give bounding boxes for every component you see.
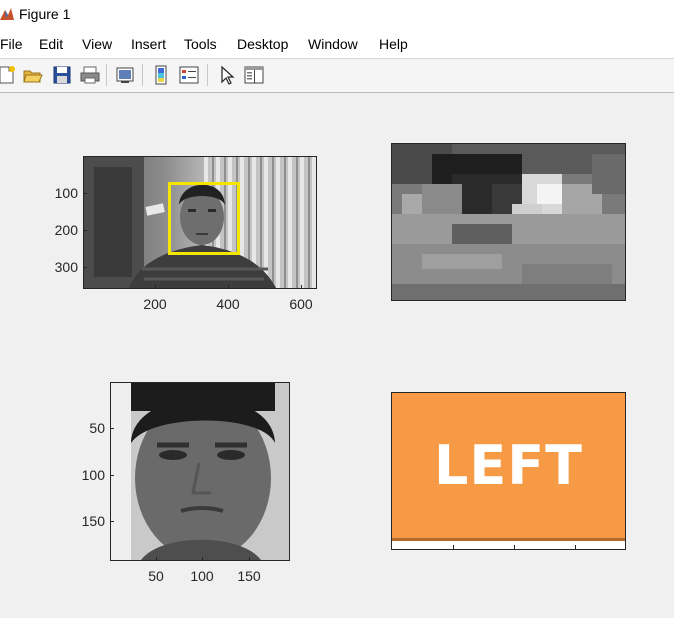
toolbar-separator (106, 64, 107, 86)
new-figure-icon[interactable] (0, 64, 18, 86)
edit-plot-arrow-icon[interactable] (216, 64, 238, 86)
y-tick-mark (83, 230, 87, 231)
direction-label: LEFT (433, 434, 584, 497)
menu-view[interactable]: View (82, 36, 112, 52)
property-inspector-icon[interactable] (243, 64, 265, 86)
y-tick-label: 200 (54, 222, 78, 238)
x-tick-mark (228, 285, 229, 289)
y-tick-label: 300 (54, 259, 78, 275)
menu-tools[interactable]: Tools (184, 36, 217, 52)
direction-axes: LEFT (391, 392, 626, 550)
face-detection-box (168, 182, 240, 255)
x-tick-label: 100 (190, 568, 214, 584)
y-tick-label: 100 (54, 185, 78, 201)
y-tick-mark (110, 428, 114, 429)
y-tick-mark (110, 521, 114, 522)
direction-panel: LEFT (392, 393, 625, 541)
x-tick-mark (453, 545, 454, 549)
x-tick-label: 50 (148, 568, 164, 584)
y-tick-mark (110, 475, 114, 476)
y-tick-mark (83, 267, 87, 268)
eye-crop-axes (391, 143, 626, 301)
figure-toolbar (0, 59, 674, 93)
x-tick-mark (202, 557, 203, 561)
toolbar-separator (142, 64, 143, 86)
menu-window[interactable]: Window (308, 36, 358, 52)
y-tick-mark (83, 193, 87, 194)
y-tick-label: 100 (81, 467, 105, 483)
x-tick-mark (575, 545, 576, 549)
menu-desktop[interactable]: Desktop (237, 36, 288, 52)
menu-bar: File Edit View Insert Tools Desktop Wind… (0, 30, 674, 59)
open-file-icon[interactable] (22, 64, 44, 86)
x-tick-mark (156, 557, 157, 561)
x-tick-mark (155, 285, 156, 289)
toolbar-separator (207, 64, 208, 86)
face-crop-axes (110, 382, 290, 561)
title-bar: Figure 1 (0, 0, 674, 30)
x-tick-mark (514, 545, 515, 549)
y-tick-label: 150 (81, 513, 105, 529)
save-icon[interactable] (51, 64, 73, 86)
matlab-icon (0, 8, 14, 20)
menu-edit[interactable]: Edit (39, 36, 63, 52)
print-icon[interactable] (79, 64, 101, 86)
x-tick-label: 150 (237, 568, 261, 584)
eye-crop-image (392, 144, 625, 300)
camera-frame-axes (83, 156, 317, 289)
insert-legend-icon[interactable] (178, 64, 200, 86)
x-tick-label: 600 (289, 296, 313, 312)
x-tick-label: 200 (143, 296, 167, 312)
x-tick-mark (249, 557, 250, 561)
menu-insert[interactable]: Insert (131, 36, 166, 52)
insert-colorbar-icon[interactable] (150, 64, 172, 86)
y-tick-label: 50 (89, 420, 105, 436)
x-tick-mark (301, 285, 302, 289)
link-plot-icon[interactable] (114, 64, 136, 86)
x-tick-label: 400 (216, 296, 240, 312)
menu-help[interactable]: Help (379, 36, 408, 52)
menu-file[interactable]: File (0, 36, 23, 52)
face-crop-image (111, 383, 289, 560)
window-title: Figure 1 (19, 6, 71, 22)
